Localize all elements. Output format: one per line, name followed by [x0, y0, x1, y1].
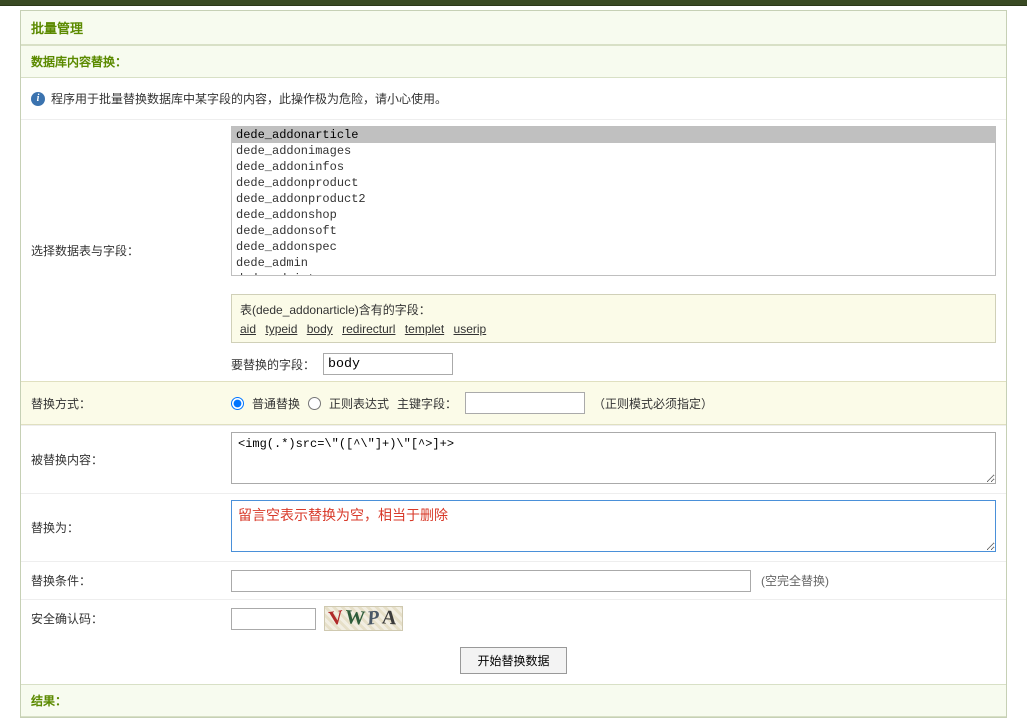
label-replace-mode: 替换方式： [21, 382, 231, 424]
submit-button[interactable]: 开始替换数据 [460, 647, 566, 674]
table-option[interactable]: dede_addonproduct2 [232, 191, 995, 207]
section-result: 结果： [21, 684, 1006, 717]
fields-suffix: )含有的字段： [355, 303, 431, 317]
source-textarea[interactable] [231, 432, 996, 484]
fields-list: aid typeid body redirecturl templet user… [240, 322, 987, 336]
table-option[interactable]: dede_admin [232, 255, 995, 271]
notice-text: 程序用于批量替换数据库中某字段的内容，此操作极为危险，请小心使用。 [51, 90, 447, 107]
field-link[interactable]: userip [454, 322, 487, 336]
table-option[interactable]: dede_addonsoft [232, 223, 995, 239]
mode-hint: （正则模式必须指定） [593, 395, 713, 412]
fields-table: dede_addonarticle [256, 303, 355, 317]
table-listbox[interactable]: dede_addonarticle dede_addonimages dede_… [231, 126, 996, 276]
field-to-replace-input[interactable] [323, 353, 453, 375]
section-db-replace: 数据库内容替换： [21, 45, 1006, 78]
table-option[interactable]: dede_addonshop [232, 207, 995, 223]
pk-label: 主键字段： [397, 395, 457, 412]
label-target: 替换为： [21, 494, 231, 561]
row-submit: 开始替换数据 [21, 637, 1006, 684]
table-option[interactable]: dede_admintype [232, 271, 995, 276]
main-panel: 批量管理 数据库内容替换： i 程序用于批量替换数据库中某字段的内容，此操作极为… [20, 10, 1007, 718]
captcha-image[interactable]: V W P A [324, 606, 403, 631]
table-option[interactable]: dede_addoninfos [232, 159, 995, 175]
condition-hint: (空完全替换) [761, 572, 829, 589]
table-option[interactable]: dede_addonimages [232, 143, 995, 159]
row-target: 替换为： [21, 493, 1006, 561]
table-option[interactable]: dede_addonarticle [232, 127, 995, 143]
label-source: 被替换内容： [21, 426, 231, 493]
row-select-table: 选择数据表与字段： dede_addonarticle dede_addonim… [21, 119, 1006, 381]
row-condition: 替换条件： (空完全替换) [21, 561, 1006, 599]
field-link[interactable]: body [307, 322, 333, 336]
captcha-char: A [381, 606, 399, 630]
captcha-char: W [344, 606, 368, 631]
field-link[interactable]: typeid [265, 322, 297, 336]
label-captcha: 安全确认码： [21, 600, 231, 637]
table-option[interactable]: dede_addonproduct [232, 175, 995, 191]
radio-normal-label: 普通替换 [252, 395, 300, 412]
table-option[interactable]: dede_addonspec [232, 239, 995, 255]
target-textarea[interactable] [231, 500, 996, 552]
fields-panel: 表(dede_addonarticle)含有的字段： aid typeid bo… [231, 294, 996, 343]
info-icon: i [31, 92, 45, 106]
field-link[interactable]: templet [405, 322, 444, 336]
page-title: 批量管理 [21, 11, 1006, 45]
label-select-table: 选择数据表与字段： [21, 120, 231, 381]
field-link[interactable]: aid [240, 322, 256, 336]
condition-input[interactable] [231, 570, 751, 592]
field-link[interactable]: redirecturl [342, 322, 395, 336]
fields-prefix: 表( [240, 303, 256, 317]
radio-regex[interactable] [308, 397, 321, 410]
row-captcha: 安全确认码： V W P A [21, 599, 1006, 637]
pk-input[interactable] [465, 392, 585, 414]
radio-normal[interactable] [231, 397, 244, 410]
label-condition: 替换条件： [21, 562, 231, 599]
captcha-input[interactable] [231, 608, 316, 630]
radio-regex-label: 正则表达式 [329, 395, 389, 412]
notice: i 程序用于批量替换数据库中某字段的内容，此操作极为危险，请小心使用。 [21, 78, 1006, 119]
field-to-replace-label: 要替换的字段： [231, 356, 315, 373]
row-source: 被替换内容： [21, 425, 1006, 493]
field-to-replace: 要替换的字段： [231, 353, 996, 375]
window-top-bar [0, 0, 1027, 6]
row-replace-mode: 替换方式： 普通替换 正则表达式 主键字段： （正则模式必须指定） [21, 381, 1006, 425]
